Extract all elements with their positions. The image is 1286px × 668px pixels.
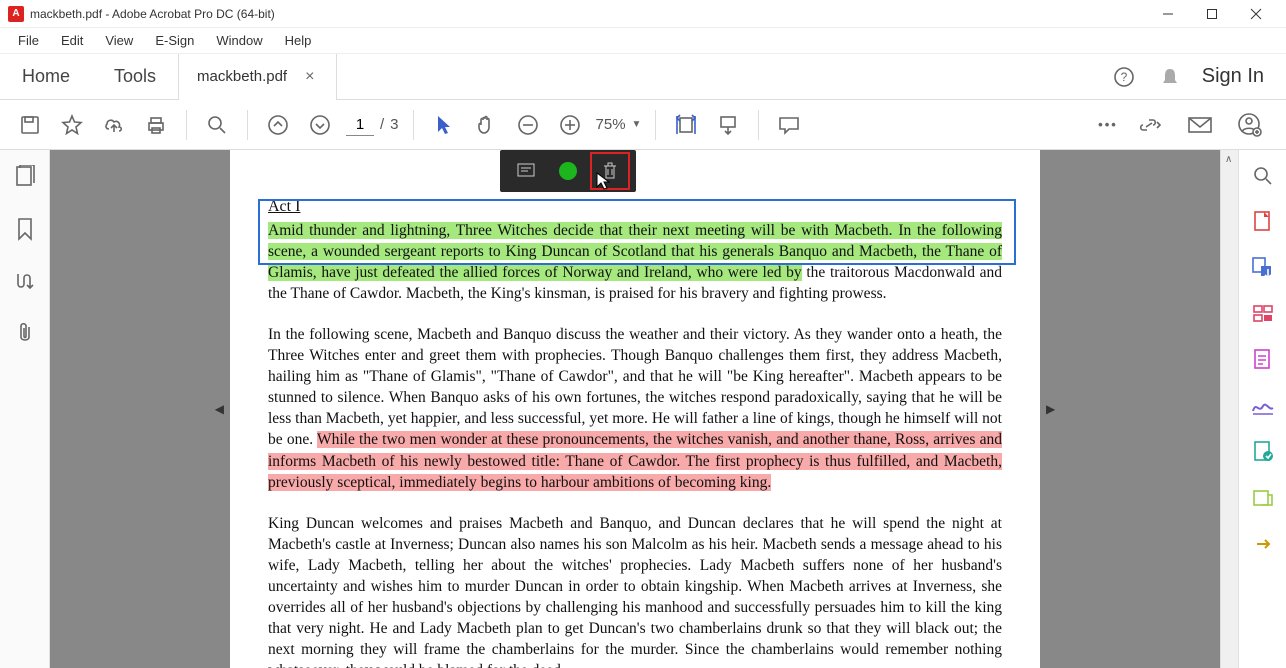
link-icon[interactable]	[1134, 109, 1166, 141]
right-gutter: ▶	[1040, 150, 1220, 668]
page-input[interactable]	[346, 114, 374, 136]
main-area: ◀ Act I Amid thunder and lightning, Thre…	[0, 150, 1286, 668]
menu-esign[interactable]: E-Sign	[145, 30, 204, 51]
paragraph-1: Amid thunder and lightning, Three Witche…	[268, 220, 1002, 304]
svg-text:?: ?	[1120, 70, 1127, 84]
page-sep: /	[380, 116, 384, 133]
annotation-toolbar	[500, 150, 636, 192]
zoom-level[interactable]: 75% ▼	[596, 116, 642, 133]
edit-pdf-icon[interactable]	[1251, 348, 1275, 372]
document-tab-label: mackbeth.pdf	[197, 68, 287, 85]
nav-tools[interactable]: Tools	[92, 56, 178, 97]
menu-help[interactable]: Help	[275, 30, 322, 51]
expand-icon[interactable]	[1251, 532, 1275, 556]
maximize-button[interactable]	[1190, 0, 1234, 28]
menu-edit[interactable]: Edit	[51, 30, 93, 51]
hand-tool-icon[interactable]	[470, 109, 502, 141]
profile-icon[interactable]	[1234, 109, 1266, 141]
minimize-button[interactable]	[1146, 0, 1190, 28]
attachment-icon[interactable]	[12, 320, 38, 346]
create-pdf-icon[interactable]	[1251, 210, 1275, 234]
menu-window[interactable]: Window	[206, 30, 272, 51]
sign-in-button[interactable]: Sign In	[1202, 65, 1264, 88]
cloud-upload-icon[interactable]	[98, 109, 130, 141]
email-icon[interactable]	[1184, 109, 1216, 141]
bookmark-icon[interactable]	[12, 216, 38, 242]
more-icon[interactable]: •••	[1092, 109, 1124, 141]
sign-tool-icon[interactable]	[1251, 394, 1275, 418]
export-pdf-icon[interactable]	[1251, 256, 1275, 280]
toolbar: / 3 75% ▼ •••	[0, 100, 1286, 150]
color-button[interactable]	[548, 152, 588, 190]
star-icon[interactable]	[56, 109, 88, 141]
menu-view[interactable]: View	[95, 30, 143, 51]
fit-width-icon[interactable]	[670, 109, 702, 141]
secondary-bar: Home Tools mackbeth.pdf × ? Sign In	[0, 54, 1286, 100]
paragraph-3: King Duncan welcomes and praises Macbeth…	[268, 513, 1002, 668]
add-note-button[interactable]	[506, 152, 546, 190]
acrobat-icon: A	[8, 6, 24, 22]
document-area: ◀ Act I Amid thunder and lightning, Thre…	[50, 150, 1238, 668]
menu-file[interactable]: File	[8, 30, 49, 51]
zoom-in-icon[interactable]	[554, 109, 586, 141]
highlight-pink[interactable]: While the two men wonder at these pronou…	[268, 431, 1002, 490]
zoom-value: 75%	[596, 116, 626, 133]
bell-icon[interactable]	[1156, 63, 1184, 91]
act-heading: Act I	[268, 196, 1002, 218]
right-panel	[1238, 150, 1286, 668]
left-panel	[0, 150, 50, 668]
scroll-up-icon[interactable]: ∧	[1225, 154, 1232, 165]
delete-annotation-button[interactable]	[590, 152, 630, 190]
thumbnails-icon[interactable]	[12, 164, 38, 190]
document-page[interactable]: Act I Amid thunder and lightning, Three …	[230, 150, 1040, 668]
search-tool-icon[interactable]	[1251, 164, 1275, 188]
save-icon[interactable]	[14, 109, 46, 141]
green-color-icon	[559, 162, 577, 180]
page-indicator: / 3	[346, 114, 399, 136]
paragraph-2: In the following scene, Macbeth and Banq…	[268, 324, 1002, 493]
navigate-icon[interactable]	[12, 268, 38, 294]
vertical-scrollbar[interactable]: ∧	[1220, 150, 1238, 668]
left-gutter: ◀	[50, 150, 230, 668]
print-icon[interactable]	[140, 109, 172, 141]
comment-icon[interactable]	[773, 109, 805, 141]
gutter-collapse-left-icon[interactable]: ◀	[215, 402, 224, 416]
arrow-tool-icon[interactable]	[428, 109, 460, 141]
page-total: 3	[390, 116, 398, 133]
gutter-collapse-right-icon[interactable]: ▶	[1046, 402, 1055, 416]
document-tab[interactable]: mackbeth.pdf ×	[178, 54, 337, 100]
help-icon[interactable]: ?	[1110, 63, 1138, 91]
find-icon[interactable]	[201, 109, 233, 141]
fit-page-icon[interactable]	[712, 109, 744, 141]
protect-icon[interactable]	[1251, 440, 1275, 464]
close-button[interactable]	[1234, 0, 1278, 28]
page-up-icon[interactable]	[262, 109, 294, 141]
page-down-icon[interactable]	[304, 109, 336, 141]
nav-home[interactable]: Home	[0, 56, 92, 97]
zoom-out-icon[interactable]	[512, 109, 544, 141]
close-tab-button[interactable]: ×	[301, 68, 318, 86]
organize-pages-icon[interactable]	[1251, 302, 1275, 326]
menu-bar: File Edit View E-Sign Window Help	[0, 28, 1286, 54]
more-tools-icon[interactable]	[1251, 486, 1275, 510]
zoom-caret-icon: ▼	[632, 119, 642, 130]
title-bar: A mackbeth.pdf - Adobe Acrobat Pro DC (6…	[0, 0, 1286, 28]
window-title: mackbeth.pdf - Adobe Acrobat Pro DC (64-…	[30, 7, 275, 21]
